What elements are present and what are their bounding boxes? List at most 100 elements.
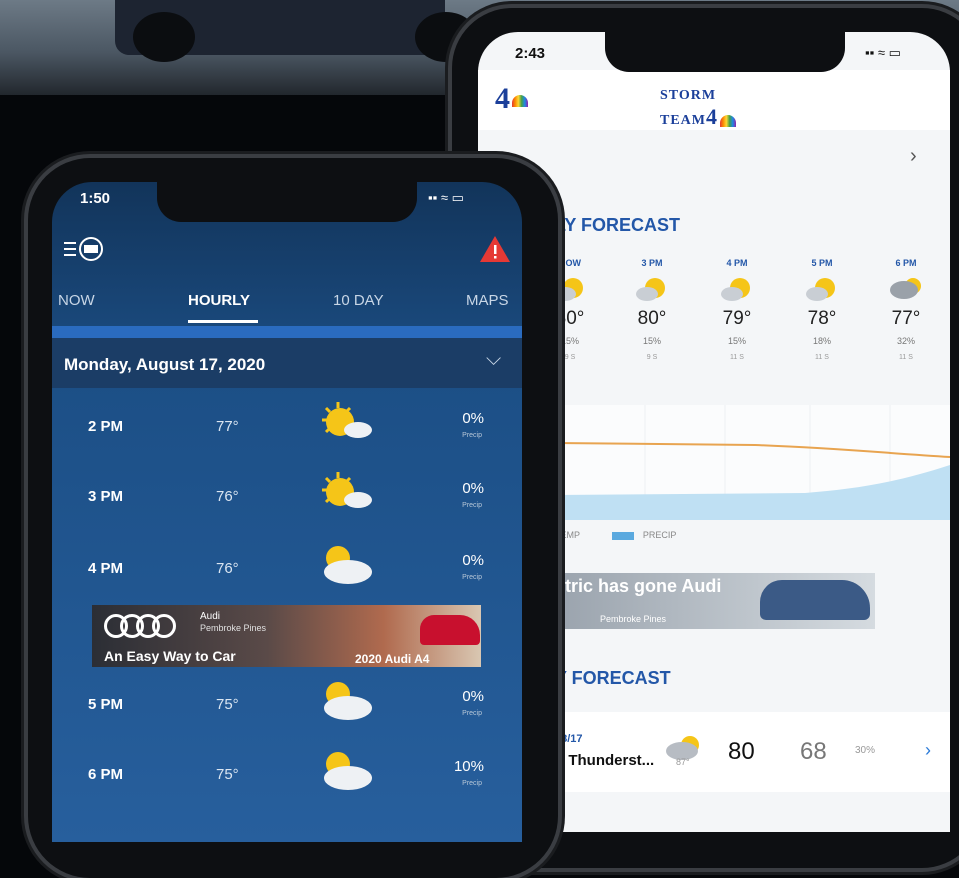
front-status-icons: ▪▪ ≈ ▭ — [428, 190, 464, 205]
ad-car-image — [760, 580, 870, 620]
daily-low: 68 — [800, 738, 827, 765]
hour-wind: 9 S — [646, 354, 658, 361]
hour-row-temp: 75° — [216, 696, 239, 713]
hour-row-time: 3 PM — [88, 488, 124, 505]
ad-location: Pembroke Pines — [600, 614, 667, 624]
precip-swatch — [612, 531, 635, 540]
storm-team-logo: STORM TEAM4 — [660, 88, 736, 130]
alert-icon[interactable] — [478, 234, 512, 269]
hour-row-precip-label: Precip — [462, 574, 482, 581]
partly-sunny-icon — [720, 276, 754, 304]
hour-temp: 78° — [807, 308, 837, 329]
peacock-icon — [720, 114, 736, 127]
hour-row-precip-label: Precip — [462, 502, 482, 509]
hour-row-precip: 10% — [453, 758, 484, 775]
chevron-down-icon[interactable]: ⌵ — [486, 348, 501, 371]
daily-date: 08/17 — [555, 733, 583, 745]
partly-sunny-icon — [553, 276, 587, 304]
ad-headline: tric has gone Audi — [565, 576, 722, 596]
hourly-column: 6 PM 77° 32% 11 S — [876, 258, 936, 361]
hour-row-temp: 77° — [216, 418, 239, 435]
hour-temp: 79° — [722, 308, 752, 329]
hour-label: 3 PM — [641, 258, 663, 268]
hour-row-precip: 0% — [462, 552, 484, 569]
hour-row-temp: 75° — [216, 766, 239, 783]
back-status-icons: ▪▪ ≈ ▭ — [865, 45, 901, 60]
hour-precip: 32% — [896, 336, 915, 346]
partly-cloudy-icon — [318, 542, 378, 588]
tab-10-day[interactable]: 10 DAY — [333, 292, 384, 309]
hour-row-precip-label: Precip — [462, 432, 482, 439]
logo-storm-text: STORM — [660, 88, 717, 103]
hour-temp: 77° — [891, 308, 921, 329]
hour-precip: 15% — [727, 336, 746, 346]
hourly-column: 5 PM 78° 18% 11 S — [792, 258, 852, 361]
back-phone-notch — [605, 28, 845, 72]
thunderstorm-icon: 87° — [664, 733, 704, 767]
legend-precip: PRECIP — [642, 530, 677, 540]
daily-chevron-icon[interactable]: › — [925, 740, 931, 761]
daily-precip: 30% — [855, 745, 876, 756]
temp-precip-chart — [554, 405, 951, 520]
tab-bar-divider — [52, 326, 522, 338]
ad-model: 2020 Audi A4 — [355, 652, 430, 666]
hour-label: 6 PM — [895, 258, 917, 268]
logo-number: 4 — [495, 82, 510, 115]
logo-team-number: 4 — [706, 104, 718, 129]
hour-row-precip-label: Precip — [462, 780, 482, 787]
hour-row-temp: 76° — [216, 560, 239, 577]
hour-temp: 80° — [637, 308, 667, 329]
hour-label: 4 PM — [726, 258, 748, 268]
car-wheel — [133, 12, 195, 62]
hour-row-time: 2 PM — [88, 418, 124, 435]
date-label: Monday, August 17, 2020 — [64, 355, 266, 374]
tab-maps[interactable]: MAPS — [466, 292, 509, 309]
temp-precip-svg — [554, 405, 951, 520]
ad-location: Pembroke Pines — [200, 623, 267, 633]
audi-rings-logo — [104, 614, 176, 643]
daily-small-temp: 87° — [676, 757, 690, 767]
front-status-time: 1:50 — [80, 190, 111, 207]
hour-precip: 18% — [812, 336, 831, 346]
partly-cloudy-icon — [318, 748, 378, 794]
rain-cloud-icon — [889, 276, 923, 304]
chart-legend: TEMP PRECIP — [555, 530, 676, 540]
logo-team-text: TEAM — [660, 113, 706, 128]
front-phone-screen — [52, 182, 522, 842]
hour-wind: 11 S — [815, 354, 829, 361]
daily-high: 80 — [728, 738, 755, 765]
hour-row-precip: 0% — [462, 688, 484, 705]
partly-sunny-icon — [805, 276, 839, 304]
menu-icon[interactable] — [64, 236, 104, 264]
daily-condition: l Thunderst... — [560, 752, 655, 769]
daily-forecast-title: Y FORECAST — [555, 668, 671, 688]
hourly-column: 3 PM 80° 15% 9 S — [622, 258, 682, 361]
hour-precip: 15% — [642, 336, 661, 346]
peacock-icon — [512, 95, 528, 108]
legend-temp: TEMP — [555, 530, 580, 540]
hour-row-precip: 0% — [462, 480, 484, 497]
ad-tagline: An Easy Way to Car — [104, 648, 236, 664]
sunny-cloud-icon — [318, 470, 378, 516]
tab-now[interactable]: NOW — [58, 292, 95, 309]
hour-row-precip: 0% — [462, 410, 484, 427]
hour-row-time: 6 PM — [88, 766, 124, 783]
nbc4-logo: 4 — [495, 82, 528, 116]
chevron-right-icon[interactable]: › — [910, 145, 917, 168]
temp-line — [554, 442, 951, 458]
hour-row-time: 4 PM — [88, 560, 124, 577]
hour-label: 5 PM — [811, 258, 833, 268]
tab-hourly[interactable]: HOURLY — [188, 292, 250, 309]
hour-row-temp: 76° — [216, 488, 239, 505]
ad-car-image — [420, 615, 480, 645]
hour-wind: 11 S — [899, 354, 913, 361]
partly-cloudy-icon — [318, 678, 378, 724]
ad-brand: Audi — [200, 611, 221, 622]
active-tab-indicator — [188, 320, 258, 323]
partly-sunny-icon — [635, 276, 669, 304]
back-status-time: 2:43 — [515, 45, 546, 62]
hour-row-time: 5 PM — [88, 696, 124, 713]
background-car — [115, 0, 477, 62]
front-phone-notch — [157, 178, 417, 222]
precip-area — [555, 465, 950, 520]
